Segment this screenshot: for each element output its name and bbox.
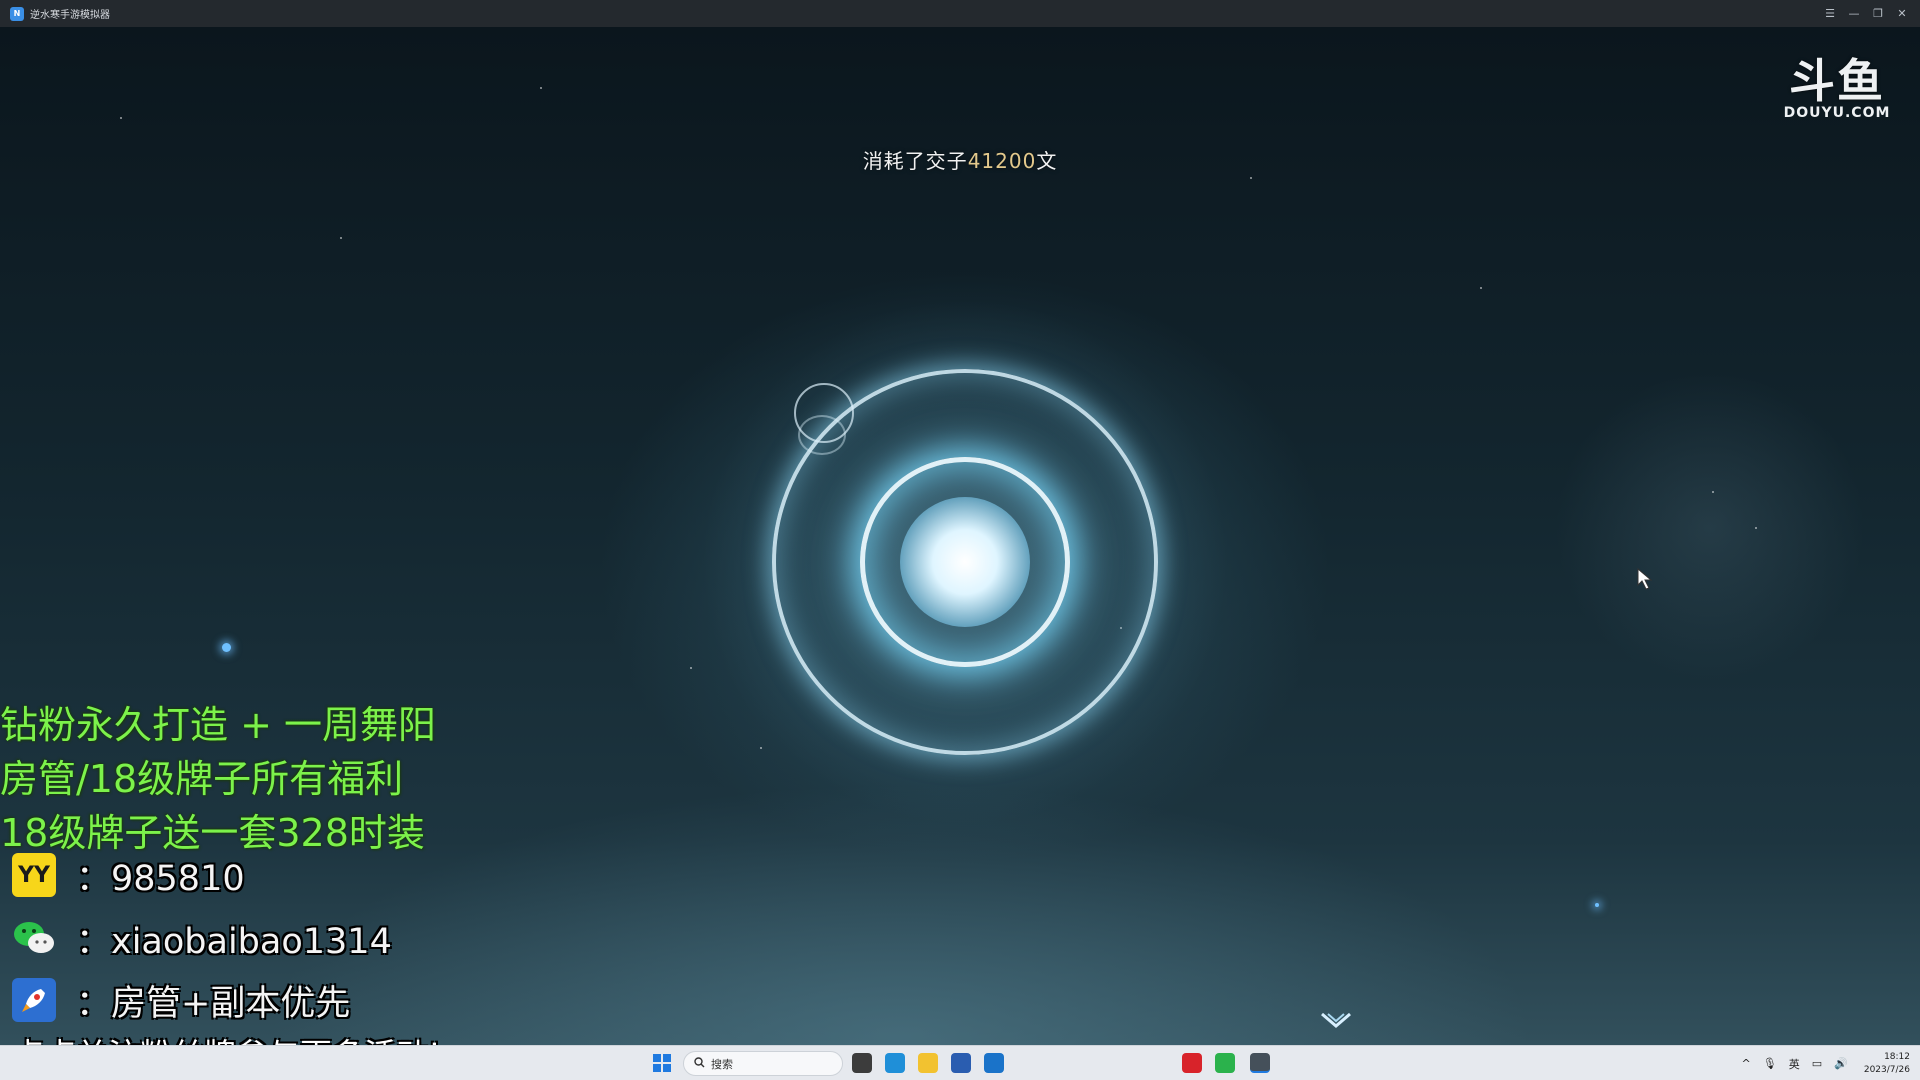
consume-suffix: 文 <box>1036 149 1058 173</box>
minimize-button[interactable]: — <box>1842 7 1866 20</box>
star <box>690 667 692 669</box>
douyu-logo-text: DOUYU.COM <box>1783 105 1891 121</box>
contact-yy: YY ：985810 <box>12 850 245 900</box>
taskbar-app-edge[interactable] <box>885 1053 905 1073</box>
volume-icon[interactable]: 🔊 <box>1834 1057 1848 1070</box>
taskbar-app-mail[interactable] <box>984 1053 1004 1073</box>
yy-icon: YY <box>12 853 56 897</box>
taskbar-app-file-explorer[interactable] <box>918 1053 938 1073</box>
currency-consumed-message: 消耗了交子41200文 <box>0 145 1920 174</box>
promo-line-1: 钻粉永久打造 + 一周舞阳 <box>0 703 436 747</box>
contact-wechat-text: ：xiaobaibao1314 <box>76 921 392 962</box>
network-icon[interactable]: ▭ <box>1812 1057 1822 1070</box>
consume-prefix: 消耗了交子 <box>862 149 968 173</box>
star <box>1712 491 1714 493</box>
wechat-icon <box>12 916 56 960</box>
windows-start-icon[interactable] <box>653 1054 671 1072</box>
taskbar-app-figure[interactable] <box>1149 1053 1169 1073</box>
taskbar-app-task-view[interactable] <box>852 1053 872 1073</box>
star <box>340 237 342 239</box>
menu-icon[interactable]: ☰ <box>1818 7 1842 20</box>
contact-wechat: ：xiaobaibao1314 <box>12 913 392 963</box>
taskbar-app-green[interactable] <box>1017 1053 1037 1073</box>
taskbar-app-blue[interactable] <box>1083 1053 1103 1073</box>
close-button[interactable]: ✕ <box>1890 7 1914 20</box>
clock-date: 2023/7/26 <box>1863 1064 1910 1075</box>
windows-taskbar: 搜索 ^ 🎙 英 ▭ 🔊 18:12 2023/7/26 <box>0 1045 1920 1080</box>
blue-light-dot <box>222 643 231 652</box>
window-title: 逆水寒手游模拟器 <box>30 10 110 21</box>
tray-caret-icon[interactable]: ^ <box>1742 1057 1751 1070</box>
taskbar-clock[interactable]: 18:12 2023/7/26 <box>1864 1051 1910 1077</box>
contact-yy-text: ：985810 <box>76 858 245 899</box>
taskbar-app-store[interactable] <box>951 1053 971 1073</box>
mouse-cursor-icon <box>1637 567 1653 590</box>
restore-button[interactable]: ❐ <box>1866 7 1890 20</box>
contact-room-manager: ：房管+副本优先 <box>12 975 350 1025</box>
star <box>540 87 542 89</box>
star <box>120 117 122 119</box>
taskbar-app-glasses[interactable] <box>1050 1053 1070 1073</box>
emulator-title-bar: N 逆水寒手游模拟器 ☰ — ❐ ✕ <box>0 0 1920 27</box>
orb-bubble <box>798 415 846 455</box>
microphone-icon[interactable]: 🎙 <box>1763 1057 1777 1070</box>
game-viewport[interactable]: 消耗了交子41200文 斗鱼 DOUYU.COM <box>0 27 1920 1045</box>
taskbar-app-red-orange[interactable] <box>1116 1053 1136 1073</box>
orb-core <box>900 497 1030 627</box>
search-icon <box>694 1056 705 1071</box>
taskbar-app-wechat[interactable] <box>1215 1053 1235 1073</box>
blue-light-dot <box>1595 903 1599 907</box>
ime-indicator[interactable]: 英 <box>1789 1056 1800 1072</box>
taskbar-app-game-active[interactable] <box>1250 1053 1270 1073</box>
taskbar-search-input[interactable]: 搜索 <box>683 1051 843 1076</box>
taskbar-app-netease-music[interactable] <box>1182 1053 1202 1073</box>
douyu-logo: 斗鱼 DOUYU.COM <box>1782 57 1892 121</box>
contact-room-manager-text: ：房管+副本优先 <box>76 983 351 1024</box>
star <box>1250 177 1252 179</box>
star <box>1755 527 1757 529</box>
search-placeholder: 搜索 <box>711 1057 733 1071</box>
system-tray: ^ 🎙 英 ▭ 🔊 18:12 2023/7/26 <box>1730 1046 1910 1080</box>
douyu-logo-glyph: 斗鱼 <box>1789 54 1885 108</box>
chevron-down-icon[interactable] <box>1318 1010 1354 1032</box>
rocket-icon <box>12 978 56 1022</box>
consume-amount: 41200 <box>967 149 1037 173</box>
promo-line-2: 房管/18级牌子所有福利 <box>0 757 404 801</box>
star <box>1480 287 1482 289</box>
emulator-app-icon: N <box>10 6 24 21</box>
clock-time: 18:12 <box>1884 1051 1910 1062</box>
glowing-orb[interactable] <box>700 297 1230 827</box>
window-controls: ☰ — ❐ ✕ <box>1818 0 1914 27</box>
